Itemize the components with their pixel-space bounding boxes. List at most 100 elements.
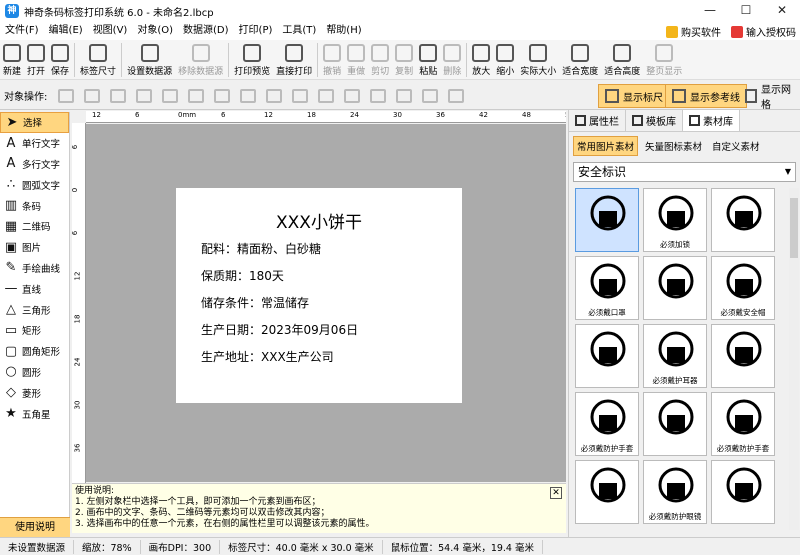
material-item[interactable] xyxy=(643,392,707,456)
distribute-v-icon[interactable] xyxy=(344,88,361,103)
align-center-icon[interactable] xyxy=(188,88,205,103)
material-subtab[interactable]: 自定义素材 xyxy=(709,137,763,155)
menu-item[interactable]: 数据源(D) xyxy=(178,22,234,40)
label-ingredients-text[interactable]: 配料：精面粉、白砂糖 xyxy=(201,240,321,257)
remove-datasource-button[interactable]: 移除数据源 xyxy=(175,40,226,80)
cut-button[interactable]: 剪切 xyxy=(368,40,392,80)
tool-multiline-text[interactable]: A 多行文字 xyxy=(0,154,69,175)
datasource-button[interactable]: 设置数据源 xyxy=(124,40,175,80)
tool-text[interactable]: A 单行文字 xyxy=(0,133,69,154)
scrollbar-thumb[interactable] xyxy=(790,198,798,258)
label-date-text[interactable]: 生产日期：2023年09月06日 xyxy=(201,321,358,338)
tab-material[interactable]: 素材库 xyxy=(683,110,740,131)
tool-diamond[interactable]: ◇ 菱形 xyxy=(0,382,69,403)
menu-item[interactable]: 对象(O) xyxy=(132,22,178,40)
menu-item[interactable]: 文件(F) xyxy=(0,22,44,40)
print-button[interactable]: 直接打印 xyxy=(273,40,315,80)
zoom-in-button[interactable]: 放大 xyxy=(469,40,493,80)
show-grid-toggle[interactable]: 显示网格 xyxy=(738,84,800,111)
tool-rounded-rect[interactable]: ▢ 圆角矩形 xyxy=(0,341,69,362)
align-top-icon[interactable] xyxy=(240,88,257,103)
material-item[interactable] xyxy=(575,188,639,252)
close-button[interactable]: ✕ xyxy=(764,0,800,22)
material-subtab[interactable]: 矢量图标素材 xyxy=(642,137,705,155)
distribute-h-icon[interactable] xyxy=(318,88,335,103)
help-close-icon[interactable]: ✕ xyxy=(550,487,562,499)
maximize-button[interactable]: ☐ xyxy=(728,0,764,22)
material-item[interactable] xyxy=(643,256,707,320)
show-guides-toggle[interactable]: 显示参考线 xyxy=(665,84,747,108)
ungroup-icon[interactable] xyxy=(396,88,413,103)
menu-item[interactable]: 帮助(H) xyxy=(321,22,366,40)
menu-item[interactable]: 编辑(E) xyxy=(44,22,88,40)
tool-image[interactable]: ▣ 图片 xyxy=(0,237,69,258)
material-item[interactable] xyxy=(575,324,639,388)
new-button[interactable]: 新建 xyxy=(0,40,24,80)
layer-bottom-icon[interactable] xyxy=(136,88,153,103)
tool-star[interactable]: ★ 五角星 xyxy=(0,403,69,424)
open-button[interactable]: 打开 xyxy=(24,40,48,80)
zoom-out-button[interactable]: 缩小 xyxy=(493,40,517,80)
fit-height-button[interactable]: 适合高度 xyxy=(601,40,643,80)
material-category-select[interactable]: 安全标识 ▼ xyxy=(573,162,796,182)
fit-page-button[interactable]: 整页显示 xyxy=(643,40,685,80)
group-icon[interactable] xyxy=(370,88,387,103)
material-item[interactable] xyxy=(575,460,639,524)
material-subtab[interactable]: 常用图片素材 xyxy=(573,136,639,156)
material-item[interactable]: 必须戴防护眼镜 xyxy=(643,460,707,524)
redo-button[interactable]: 重做 xyxy=(344,40,368,80)
delete-button[interactable]: 删除 xyxy=(440,40,464,80)
material-item[interactable] xyxy=(711,460,775,524)
tool-pen[interactable]: ✎ 手绘曲线 xyxy=(0,258,69,279)
menu-item[interactable]: 工具(T) xyxy=(277,22,321,40)
tool-arrow-pointer[interactable]: ➤ 选择 xyxy=(0,112,69,133)
material-item[interactable]: 必须戴防护手套 xyxy=(711,392,775,456)
tool-arc-text[interactable]: ∴ 圆弧文字 xyxy=(0,174,69,195)
label-page[interactable]: XXX小饼干 配料：精面粉、白砂糖 保质期：180天 储存条件：常温储存 生产日… xyxy=(176,188,462,403)
material-item[interactable]: 必须戴安全帽 xyxy=(711,256,775,320)
label-size-button[interactable]: 标签尺寸 xyxy=(77,40,119,80)
align-bottom-icon[interactable] xyxy=(292,88,309,103)
label-storage-text[interactable]: 储存条件：常温储存 xyxy=(201,294,309,311)
tool-circle[interactable]: ○ 圆形 xyxy=(0,362,69,383)
show-ruler-toggle[interactable]: 显示标尺 xyxy=(598,84,670,108)
material-item[interactable]: 必须戴护耳器 xyxy=(643,324,707,388)
tool-rectangle[interactable]: ▭ 矩形 xyxy=(0,320,69,341)
unlock-icon[interactable] xyxy=(448,88,465,103)
layer-top-icon[interactable] xyxy=(110,88,127,103)
undo-button[interactable]: 撤销 xyxy=(320,40,344,80)
buy-software-link[interactable]: 购买软件 xyxy=(666,24,721,39)
lock-icon[interactable] xyxy=(422,88,439,103)
actual-size-button[interactable]: 实际大小 xyxy=(517,40,559,80)
tab-properties[interactable]: 属性栏 xyxy=(569,110,626,131)
usage-help-button[interactable]: 使用说明 xyxy=(0,517,70,537)
material-scrollbar[interactable] xyxy=(789,188,799,530)
minimize-button[interactable]: — xyxy=(692,0,728,22)
layer-up-icon[interactable] xyxy=(58,88,75,103)
material-item[interactable]: 必须加锁 xyxy=(643,188,707,252)
paste-button[interactable]: 粘贴 xyxy=(416,40,440,80)
enter-auth-code-link[interactable]: 输入授权码 xyxy=(731,24,796,39)
fit-width-button[interactable]: 适合宽度 xyxy=(559,40,601,80)
material-item[interactable] xyxy=(711,188,775,252)
tool-barcode[interactable]: ▥ 条码 xyxy=(0,195,69,216)
align-left-icon[interactable] xyxy=(162,88,179,103)
tool-qrcode[interactable]: ▦ 二维码 xyxy=(0,216,69,237)
print-preview-button[interactable]: 打印预览 xyxy=(231,40,273,80)
align-middle-icon[interactable] xyxy=(266,88,283,103)
align-right-icon[interactable] xyxy=(214,88,231,103)
label-address-text[interactable]: 生产地址：XXX生产公司 xyxy=(201,348,334,365)
menu-item[interactable]: 打印(P) xyxy=(234,22,278,40)
material-item[interactable] xyxy=(711,324,775,388)
copy-button[interactable]: 复制 xyxy=(392,40,416,80)
tool-line[interactable]: — 直线 xyxy=(0,278,69,299)
label-title-text[interactable]: XXX小饼干 xyxy=(176,208,462,233)
label-shelf-life-text[interactable]: 保质期：180天 xyxy=(201,267,284,284)
tab-template[interactable]: 模板库 xyxy=(626,110,683,131)
material-item[interactable]: 必须戴口罩 xyxy=(575,256,639,320)
menu-item[interactable]: 视图(V) xyxy=(88,22,133,40)
save-button[interactable]: 保存 xyxy=(48,40,72,80)
layer-down-icon[interactable] xyxy=(84,88,101,103)
material-item[interactable]: 必须戴防护手套 xyxy=(575,392,639,456)
tool-triangle[interactable]: △ 三角形 xyxy=(0,299,69,320)
